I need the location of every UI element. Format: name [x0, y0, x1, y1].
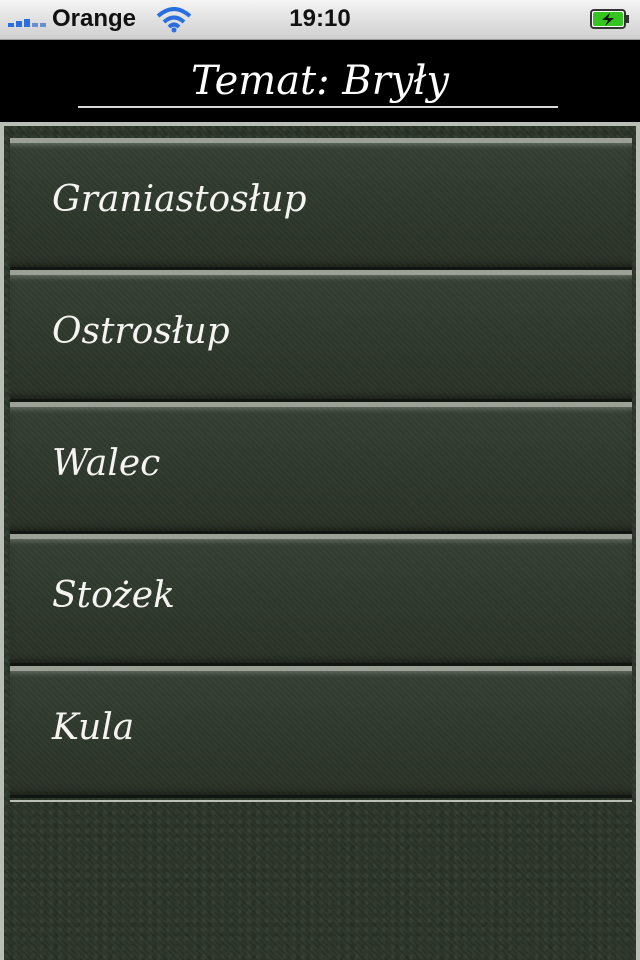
menu-item-graniastoslup[interactable]: Graniastosłup	[10, 138, 632, 270]
battery-charging-icon	[590, 9, 629, 29]
title-underline	[78, 106, 558, 108]
list-divider	[10, 800, 632, 802]
header-bar: Temat: Bryły	[0, 40, 640, 122]
menu-item-label: Ostrosłup	[52, 311, 230, 352]
page-title: Temat: Bryły	[191, 58, 449, 104]
menu-item-stozek[interactable]: Stożek	[10, 534, 632, 666]
status-time: 19:10	[289, 5, 351, 32]
status-bar: Orange 19:10	[0, 0, 640, 40]
menu-item-label: Graniastosłup	[52, 179, 307, 220]
menu-item-ostroslup[interactable]: Ostrosłup	[10, 270, 632, 402]
main-content: Graniastosłup Ostrosłup Walec Stożek Kul…	[0, 122, 640, 960]
menu-item-label: Walec	[52, 443, 161, 484]
menu-item-label: Kula	[52, 707, 135, 748]
menu-item-walec[interactable]: Walec	[10, 402, 632, 534]
menu-item-label: Stożek	[52, 575, 175, 616]
menu-item-kula[interactable]: Kula	[10, 666, 632, 798]
menu-list: Graniastosłup Ostrosłup Walec Stożek Kul…	[10, 138, 632, 798]
